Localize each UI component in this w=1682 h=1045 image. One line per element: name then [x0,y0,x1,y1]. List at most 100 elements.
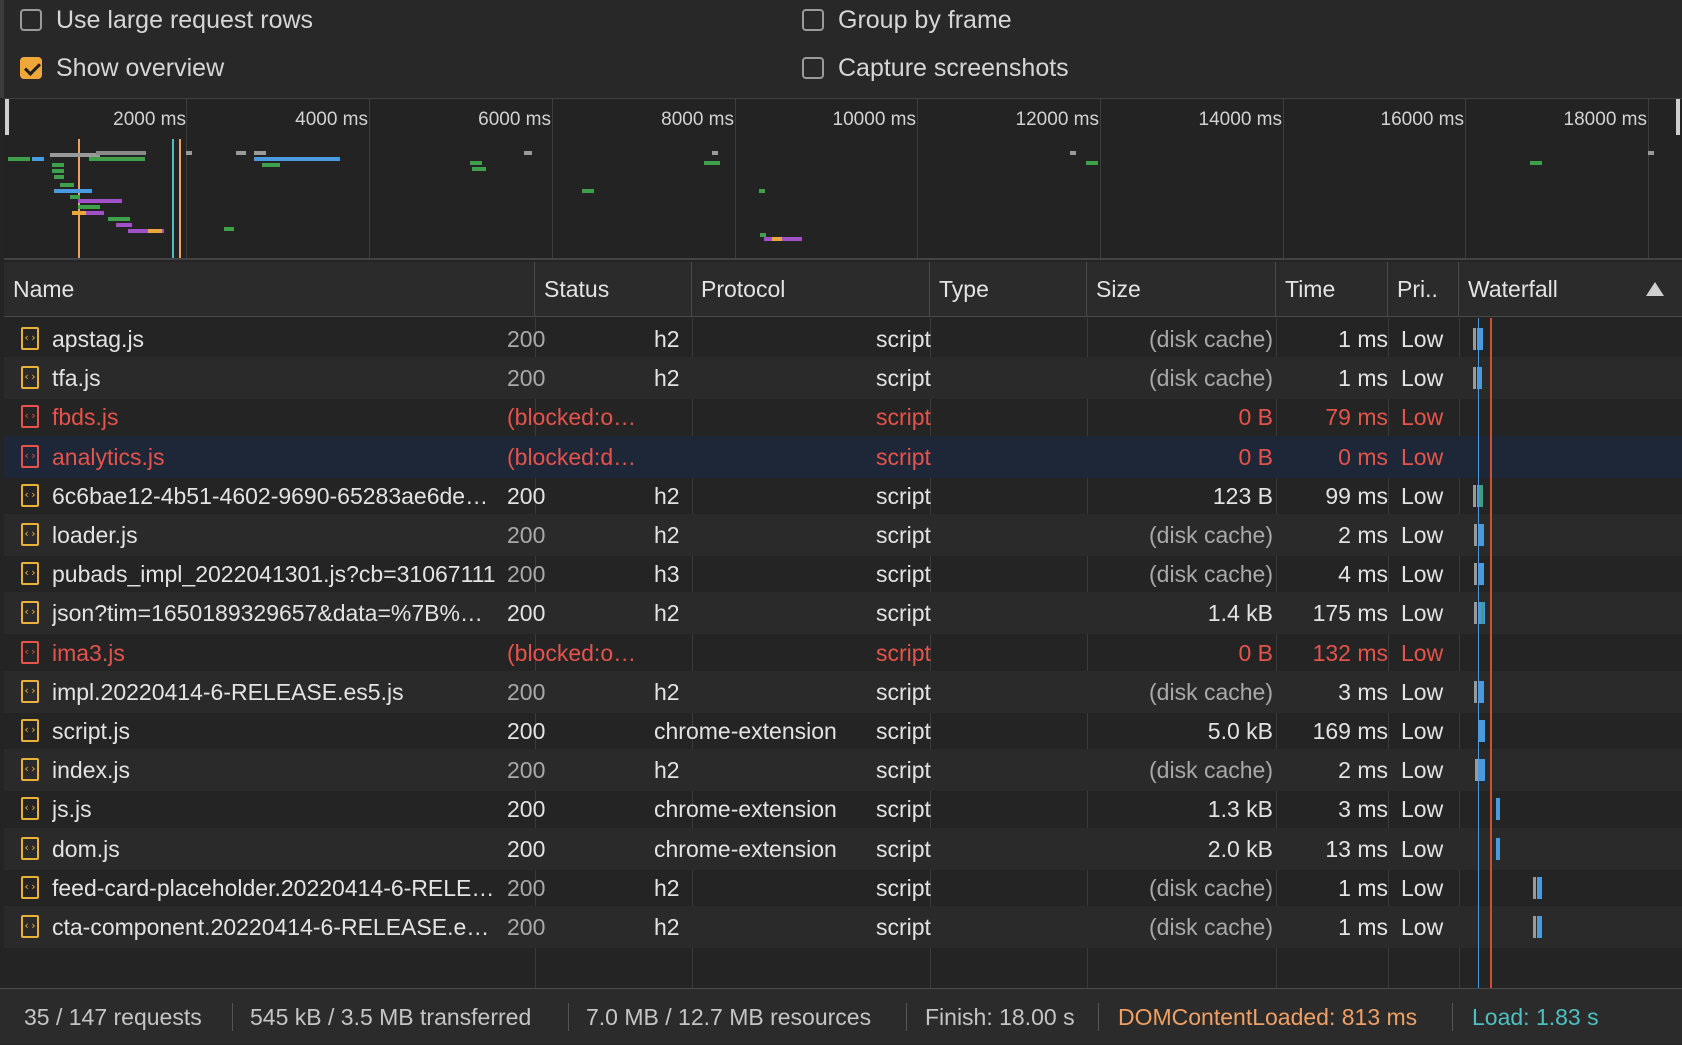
table-row[interactable]: ‹› apstag.js 200 h2 script (disk cache) 1 ms Lo… [4,318,1682,360]
overview-tick: 12000 ms [1015,109,1099,130]
show-overview-option[interactable]: Show overview [20,48,224,88]
table-row[interactable]: ‹› json?tim=1650189329657&data=%7B%… 200 h2… [4,592,1682,635]
sort-ascending-icon [1646,282,1664,296]
request-priority: Low [1401,639,1444,666]
request-name[interactable]: dom.js [52,828,534,870]
waterfall-bar [1496,837,1500,860]
column-header-name[interactable]: Name [4,262,535,317]
request-time: 1 ms [1338,914,1388,940]
request-name[interactable]: pubads_impl_2022041301.js?cb=31067111 [52,553,534,595]
table-row[interactable]: ‹› js.js 200 chrome-extension script 1.3 kB 3 … [4,788,1682,830]
request-priority: Low [1401,796,1444,823]
request-time: 169 ms [1312,718,1388,744]
request-status: (blocked:d… [507,443,637,470]
request-time: 1 ms [1338,874,1388,901]
table-row[interactable]: ‹› tfa.js 200 h2 script (disk cache) 1 ms Low [4,357,1682,400]
waterfall-bar [1473,328,1476,350]
request-type: script [876,835,931,862]
request-type: script [876,914,931,940]
request-name[interactable]: 6c6bae12-4b51-4602-9690-65283ae6de… [52,475,534,517]
script-file-icon: ‹› [21,366,39,390]
capture-screenshots-option[interactable]: Capture screenshots [802,48,1069,88]
script-file-icon: ‹› [21,836,39,860]
request-size: 123 B [1212,482,1273,509]
request-name[interactable]: apstag.js [52,318,534,360]
request-type: script [876,443,931,470]
request-name[interactable]: fbds.js [52,396,534,438]
request-size: (disk cache) [1149,561,1273,588]
request-priority: Low [1401,522,1444,548]
capture-screenshots-label[interactable]: Capture screenshots [838,54,1069,83]
table-row[interactable]: ‹› 6c6bae12-4b51-4602-9690-65283ae6de… 200… [4,475,1682,517]
table-row[interactable]: ‹› impl.20220414-6-RELEASE.es5.js 200 h2 scr… [4,670,1682,713]
request-time: 175 ms [1312,600,1388,627]
table-row[interactable]: ‹› pubads_impl_2022041301.js?cb=31067111 2… [4,553,1682,595]
table-row[interactable]: ‹› ima3.js (blocked:o… script 0 B 132 ms Low [4,632,1682,674]
table-row[interactable]: ‹› analytics.js (blocked:d… script 0 B 0 ms Lo… [4,435,1682,478]
script-file-icon: ‹› [21,758,39,782]
request-status: 200 [507,914,546,940]
request-name[interactable]: cta-component.20220414-6-RELEASE.e… [52,906,534,948]
network-overview-timeline[interactable]: 2000 ms 4000 ms 6000 ms 8000 ms 10000 ms… [4,98,1682,260]
request-name[interactable]: json?tim=1650189329657&data=%7B%… [52,592,534,634]
group-by-frame-option[interactable]: Group by frame [802,0,1012,40]
request-table-header: Name Status Protocol Type Size Time Pri.… [4,262,1682,317]
table-row[interactable]: ‹› feed-card-placeholder.20220414-6-RELE…… [4,867,1682,909]
table-row[interactable]: ‹› dom.js 200 chrome-extension script 2.0 kB 1… [4,827,1682,870]
large-rows-label[interactable]: Use large request rows [56,6,313,35]
script-file-icon: ‹› [21,327,39,350]
overview-right-handle[interactable] [1676,99,1680,135]
load-time: Load: 1.83 s [1472,1004,1599,1030]
column-header-waterfall[interactable]: Waterfall [1459,262,1682,317]
group-by-frame-checkbox[interactable] [802,9,824,31]
request-time: 2 ms [1338,757,1388,784]
waterfall-bar [1537,916,1542,938]
request-size: (disk cache) [1149,914,1273,940]
request-status: 200 [507,522,546,548]
large-rows-checkbox[interactable] [20,9,42,31]
request-protocol: h2 [654,914,680,940]
request-name[interactable]: loader.js [52,514,534,556]
request-name[interactable]: impl.20220414-6-RELEASE.es5.js [52,671,534,713]
capture-screenshots-checkbox[interactable] [802,57,824,79]
waterfall-bar [1481,602,1484,625]
column-header-status[interactable]: Status [535,262,692,317]
request-status: 200 [507,796,546,823]
group-by-frame-label[interactable]: Group by frame [838,6,1012,35]
finish-time: Finish: 18.00 s [925,1004,1075,1030]
large-rows-option[interactable]: Use large request rows [20,0,313,40]
overview-left-handle[interactable] [5,99,9,135]
request-time: 4 ms [1338,561,1388,588]
request-protocol: chrome-extension [654,835,837,862]
table-row[interactable]: ‹› index.js 200 h2 script (disk cache) 2 ms Low [4,749,1682,792]
request-name[interactable]: js.js [52,788,534,830]
show-overview-checkbox[interactable] [20,57,42,79]
request-type: script [876,482,931,509]
show-overview-label[interactable]: Show overview [56,54,224,83]
column-header-time[interactable]: Time [1276,262,1388,317]
column-header-priority[interactable]: Pri.. [1388,262,1459,317]
request-type: script [876,522,931,548]
table-row[interactable]: ‹› script.js 200 chrome-extension script 5.0 … [4,710,1682,752]
script-file-icon: ‹› [21,483,39,507]
request-time: 3 ms [1338,678,1388,705]
table-row[interactable]: ‹› cta-component.20220414-6-RELEASE.e… 200… [4,906,1682,948]
request-size: (disk cache) [1149,365,1273,392]
request-protocol: h2 [654,522,680,548]
request-protocol [654,396,884,438]
waterfall-bar [1473,367,1476,390]
table-row[interactable]: ‹› fbds.js (blocked:o… script 0 B 79 ms Low [4,396,1682,438]
request-name[interactable]: tfa.js [52,357,534,399]
request-protocol: h2 [654,678,680,705]
table-row[interactable]: ‹› loader.js 200 h2 script (disk cache) 2 ms Lo… [4,514,1682,556]
request-name[interactable]: feed-card-placeholder.20220414-6-RELE… [52,867,534,909]
waterfall-bar [1474,524,1477,546]
request-name[interactable]: index.js [52,749,534,791]
request-name[interactable]: ima3.js [52,632,534,674]
column-header-protocol[interactable]: Protocol [692,262,930,317]
request-name[interactable]: script.js [52,710,534,752]
column-header-type[interactable]: Type [930,262,1087,317]
request-name[interactable]: analytics.js [52,436,534,478]
column-header-size[interactable]: Size [1087,262,1276,317]
overview-tick: 18000 ms [1563,109,1647,130]
